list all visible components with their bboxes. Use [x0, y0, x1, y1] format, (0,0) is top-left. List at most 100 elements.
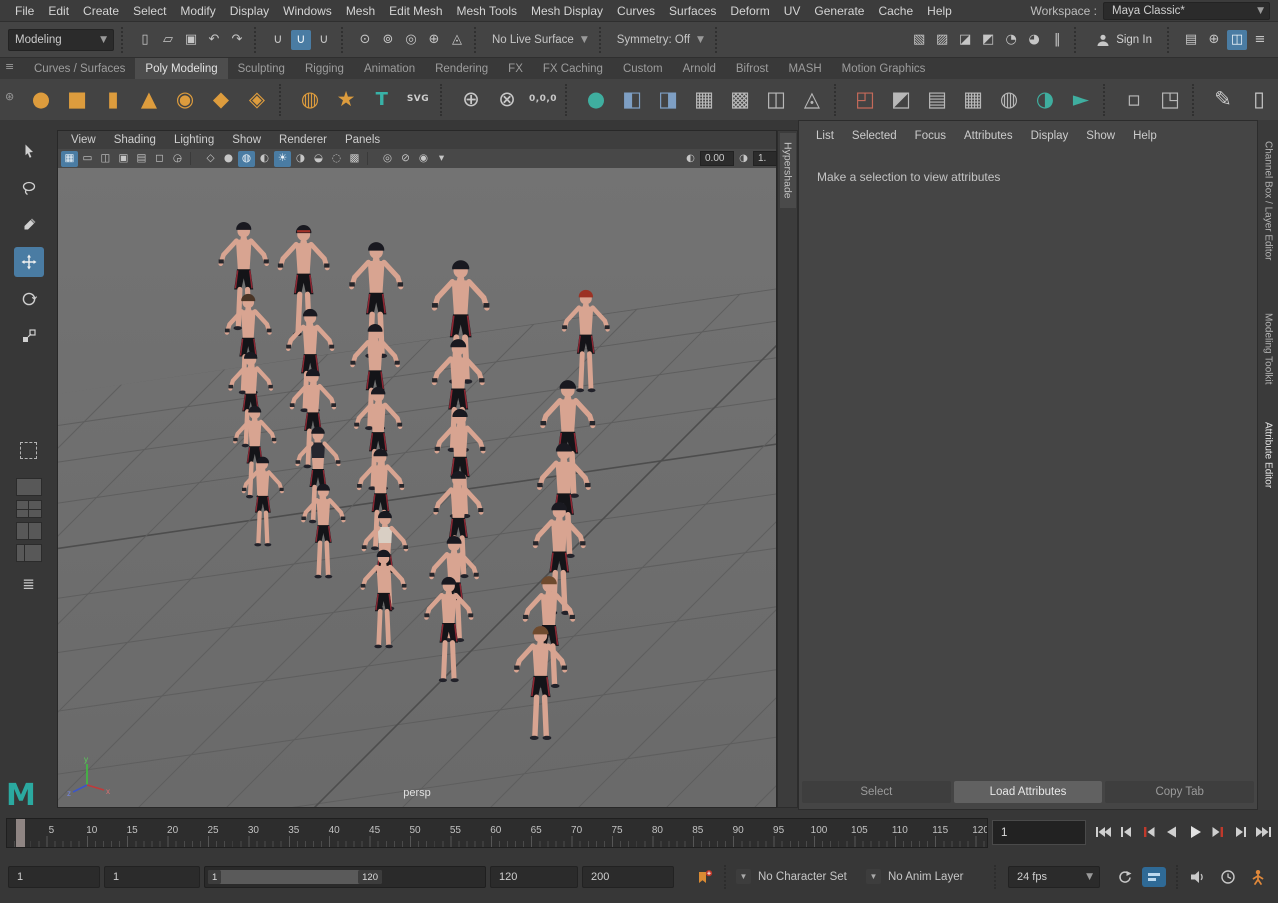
play-backwards-button[interactable] — [1161, 819, 1182, 845]
timeline-track[interactable]: 5101520253035404550556065707580859095100… — [6, 818, 988, 848]
render-settings-icon[interactable]: ◔ — [1001, 30, 1021, 50]
workspace-panels-icon[interactable]: ◫ — [1227, 30, 1247, 50]
ae-menu-selected[interactable]: Selected — [843, 130, 906, 142]
redo-icon[interactable]: ↷ — [227, 30, 247, 50]
wireframe-icon[interactable]: ◇ — [202, 151, 219, 167]
camera-attributes-icon[interactable]: ◉ — [415, 151, 432, 167]
tab-channel-box-layer-editor[interactable]: Channel Box / Layer Editor — [1263, 138, 1274, 264]
render-sequence-icon[interactable]: ◩ — [978, 30, 998, 50]
character-model[interactable] — [352, 548, 415, 650]
symmetry-field[interactable]: Symmetry: Off ▼ — [613, 34, 708, 46]
move-tool-button[interactable] — [14, 247, 44, 277]
snap-to-curve-icon[interactable]: ∪ — [291, 30, 311, 50]
lasso-tool-button[interactable] — [14, 173, 44, 203]
range-start-handle[interactable]: 1 — [208, 870, 221, 884]
tab-hypershade[interactable]: Hypershade — [780, 133, 796, 208]
exposure-icon[interactable]: ◐ — [683, 151, 698, 167]
sculpt-sphere-icon[interactable]: ◍ — [992, 83, 1026, 117]
menu-mesh-display[interactable]: Mesh Display — [524, 4, 610, 18]
mute-button[interactable] — [1186, 867, 1210, 887]
viewport-menu-view[interactable]: View — [62, 134, 105, 146]
character-set-menu-button[interactable]: ▼ — [736, 869, 751, 884]
current-frame-field[interactable]: 1 — [992, 820, 1086, 845]
aim-target-icon[interactable]: ⊕ — [1204, 30, 1224, 50]
animation-start-field[interactable]: 1 — [8, 866, 100, 888]
rotate-tool-button[interactable] — [14, 284, 44, 314]
menu-help[interactable]: Help — [920, 4, 959, 18]
ae-menu-attributes[interactable]: Attributes — [955, 130, 1022, 142]
ae-menu-help[interactable]: Help — [1124, 130, 1166, 142]
ae-menu-focus[interactable]: Focus — [906, 130, 955, 142]
live-surface-field[interactable]: No Live Surface ▼ — [488, 34, 592, 46]
character-model[interactable] — [504, 624, 577, 742]
lighting-icon[interactable]: ☀ — [274, 151, 291, 167]
workspace-dropdown[interactable]: Maya Classic* ▼ — [1103, 2, 1270, 20]
shadows-icon[interactable]: ◑ — [292, 151, 309, 167]
viewport-grid-icon[interactable]: ▦ — [61, 151, 78, 167]
layout-list-icon[interactable]: ≡ — [1250, 30, 1270, 50]
poly-disc-icon[interactable]: ◆ — [204, 83, 238, 117]
type-tool-icon[interactable]: T — [365, 83, 399, 117]
viewport-menu-lighting[interactable]: Lighting — [165, 134, 223, 146]
select-button[interactable]: Select — [802, 781, 951, 803]
boolean-union-icon[interactable]: ◧ — [615, 83, 649, 117]
shelf-tab-bifrost[interactable]: Bifrost — [726, 58, 779, 79]
ae-menu-display[interactable]: Display — [1022, 130, 1078, 142]
mirror-icon[interactable]: ◑ — [1028, 83, 1062, 117]
combine-icon[interactable]: ◫ — [759, 83, 793, 117]
bevel-icon[interactable]: ◩ — [884, 83, 918, 117]
poly-cube-icon[interactable]: ■ — [60, 83, 94, 117]
snap-to-point-icon[interactable]: ∪ — [314, 30, 334, 50]
tab-attribute-editor[interactable]: Attribute Editor — [1263, 419, 1274, 491]
shelf-tab-arnold[interactable]: Arnold — [673, 58, 726, 79]
range-slider-bar[interactable]: 1 120 — [208, 870, 382, 884]
shelf-tab-mash[interactable]: MASH — [778, 58, 831, 79]
menu-create[interactable]: Create — [76, 4, 126, 18]
undo-icon[interactable]: ↶ — [204, 30, 224, 50]
append-facet-icon[interactable]: ▦ — [956, 83, 990, 117]
step-back-key-button[interactable] — [1138, 819, 1159, 845]
gamma-icon[interactable]: ◑ — [736, 151, 751, 167]
pencil-curve-icon[interactable]: ✎ — [1206, 83, 1240, 117]
light-editor-icon[interactable]: ◕ — [1024, 30, 1044, 50]
cached-playback-toggle[interactable] — [1142, 867, 1166, 887]
viewport-canvas[interactable]: y x z persp — [58, 168, 776, 807]
shelf-tab-rendering[interactable]: Rendering — [425, 58, 498, 79]
go-to-end-button[interactable] — [1253, 819, 1274, 845]
range-end-handle[interactable]: 120 — [358, 870, 382, 884]
select-by-hierarchy-icon[interactable]: ⊙ — [355, 30, 375, 50]
shelf-gear-icon[interactable]: ⊛ — [5, 91, 14, 102]
tab-modeling-toolkit[interactable]: Modeling Toolkit — [1263, 310, 1274, 388]
snap-to-grid-icon[interactable]: ∪ — [268, 30, 288, 50]
outliner-button[interactable]: ≣ — [14, 569, 44, 599]
range-slider[interactable]: 1 120 — [204, 866, 486, 888]
ae-menu-show[interactable]: Show — [1077, 130, 1124, 142]
menu-select[interactable]: Select — [126, 4, 173, 18]
menu-mesh[interactable]: Mesh — [339, 4, 382, 18]
flip-icon[interactable]: ► — [1064, 83, 1098, 117]
super-shape-icon[interactable]: ★ — [329, 83, 363, 117]
textured-icon[interactable]: ◍ — [238, 151, 255, 167]
use-default-material-icon[interactable]: ◐ — [256, 151, 273, 167]
motion-blur-icon[interactable]: ◌ — [328, 151, 345, 167]
poly-sphere-icon[interactable]: ● — [24, 83, 58, 117]
film-gate-icon[interactable]: ▭ — [79, 151, 96, 167]
multisample-icon[interactable]: ▩ — [346, 151, 363, 167]
anim-layer-menu-button[interactable]: ▼ — [866, 869, 881, 884]
ipr-render-icon[interactable]: ◪ — [955, 30, 975, 50]
poly-cone-icon[interactable]: ▲ — [132, 83, 166, 117]
menu-curves[interactable]: Curves — [610, 4, 662, 18]
sign-in-button[interactable]: Sign In — [1088, 33, 1160, 47]
character-model[interactable] — [293, 482, 354, 580]
render-view-icon[interactable]: ▧ — [909, 30, 929, 50]
connect-icon[interactable]: ◳ — [1153, 83, 1187, 117]
gate-mask-icon[interactable]: ▣ — [115, 151, 132, 167]
shelf-tab-curves-surfaces[interactable]: Curves / Surfaces — [24, 58, 135, 79]
layout-single-pane-button[interactable] — [16, 478, 42, 496]
fps-dropdown[interactable]: 24 fps ▼ — [1008, 866, 1100, 888]
play-forwards-button[interactable] — [1184, 819, 1205, 845]
boolean-difference-icon[interactable]: ◨ — [651, 83, 685, 117]
copy-tab-button[interactable]: Copy Tab — [1105, 781, 1254, 803]
menu-surfaces[interactable]: Surfaces — [662, 4, 723, 18]
select-by-component-icon[interactable]: ◎ — [401, 30, 421, 50]
